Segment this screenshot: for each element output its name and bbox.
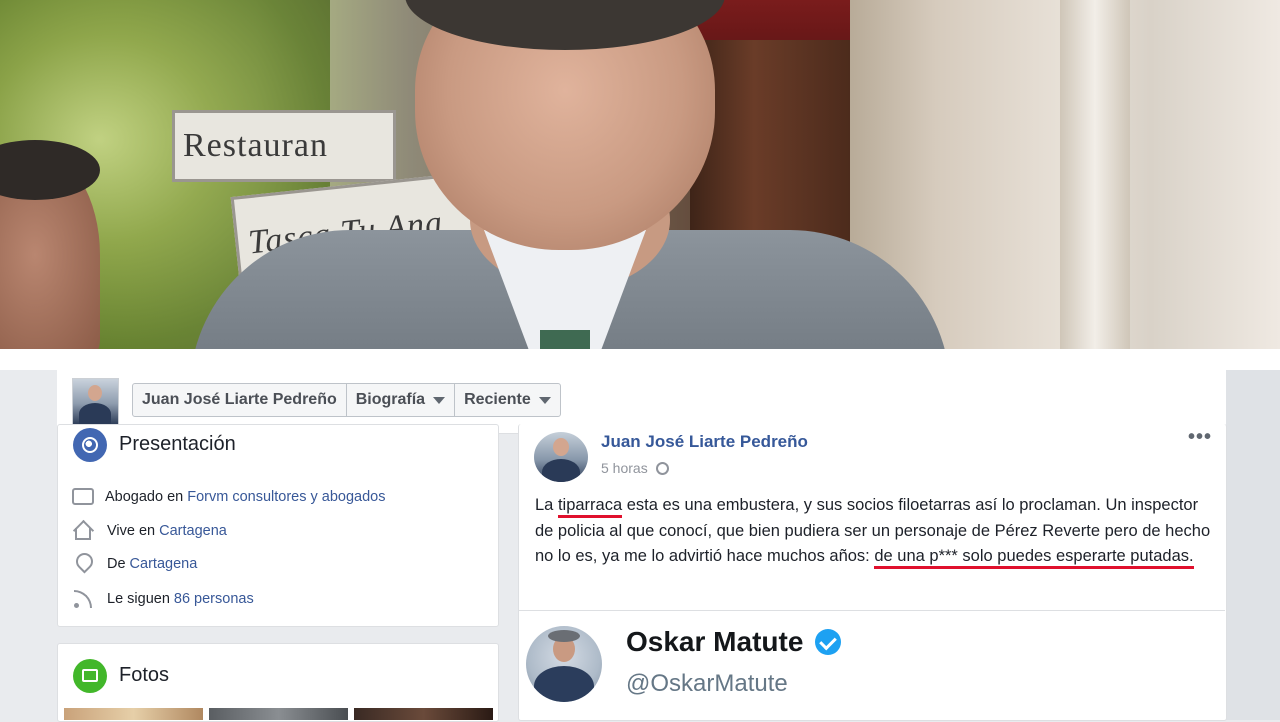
tweet-author-name[interactable]: Oskar Matute (626, 626, 842, 658)
briefcase-icon (72, 488, 94, 505)
crumb-reciente[interactable]: Reciente (455, 384, 560, 416)
photo-man (190, 0, 950, 349)
embed-divider (518, 610, 1225, 611)
header-photo: Restauran Tasca Tu Ana (0, 0, 1280, 349)
location-pin-icon (72, 553, 96, 575)
profile-avatar[interactable] (72, 378, 119, 425)
photos-title[interactable]: Fotos (119, 664, 169, 687)
photo-thumbnail[interactable] (64, 708, 203, 720)
photos-icon (73, 659, 107, 693)
verified-badge-icon (815, 629, 842, 655)
tweet-author-avatar[interactable] (526, 626, 602, 702)
lives-link[interactable]: Cartagena (159, 523, 227, 539)
post-author-name[interactable]: Juan José Liarte Pedreño (601, 432, 808, 452)
highlighted-word: tiparraca (557, 496, 623, 518)
tweet-author-handle[interactable]: @OskarMatute (626, 670, 788, 698)
photo-bystander (0, 140, 100, 349)
photo-pillar (1060, 0, 1130, 349)
post-text: La tiparraca esta es una embustera, y su… (535, 493, 1215, 570)
hometown-link[interactable]: Cartagena (130, 556, 198, 572)
highlighted-sentence: de una p*** solo puedes esperarte putada… (874, 547, 1194, 569)
house-icon (72, 520, 96, 542)
intro-row-from: De Cartagena (72, 553, 197, 575)
intro-row-followers: Le siguen 86 personas (72, 588, 254, 610)
followers-icon (72, 588, 96, 610)
intro-row-lives: Vive en Cartagena (72, 520, 227, 542)
globe-icon (73, 428, 107, 462)
followers-link[interactable]: 86 personas (174, 591, 254, 607)
crumb-profile-name[interactable]: Juan José Liarte Pedreño (133, 384, 347, 416)
breadcrumb: Juan José Liarte Pedreño Biografía Recie… (132, 383, 561, 417)
photo-thumbnail[interactable] (209, 708, 348, 720)
chevron-down-icon (433, 396, 446, 404)
post-options-menu[interactable]: ••• (1188, 426, 1212, 449)
post-timestamp[interactable]: 5 horas (601, 460, 669, 476)
public-globe-icon (655, 461, 669, 475)
crumb-biografia[interactable]: Biografía (347, 384, 456, 416)
work-link[interactable]: Forvm consultores y abogados (187, 489, 385, 505)
chevron-down-icon (538, 396, 551, 404)
intro-row-work: Abogado en Forvm consultores y abogados (72, 488, 385, 505)
intro-title: Presentación (119, 433, 236, 455)
photo-thumbnail[interactable] (354, 708, 493, 720)
post-author-avatar[interactable] (534, 432, 588, 482)
